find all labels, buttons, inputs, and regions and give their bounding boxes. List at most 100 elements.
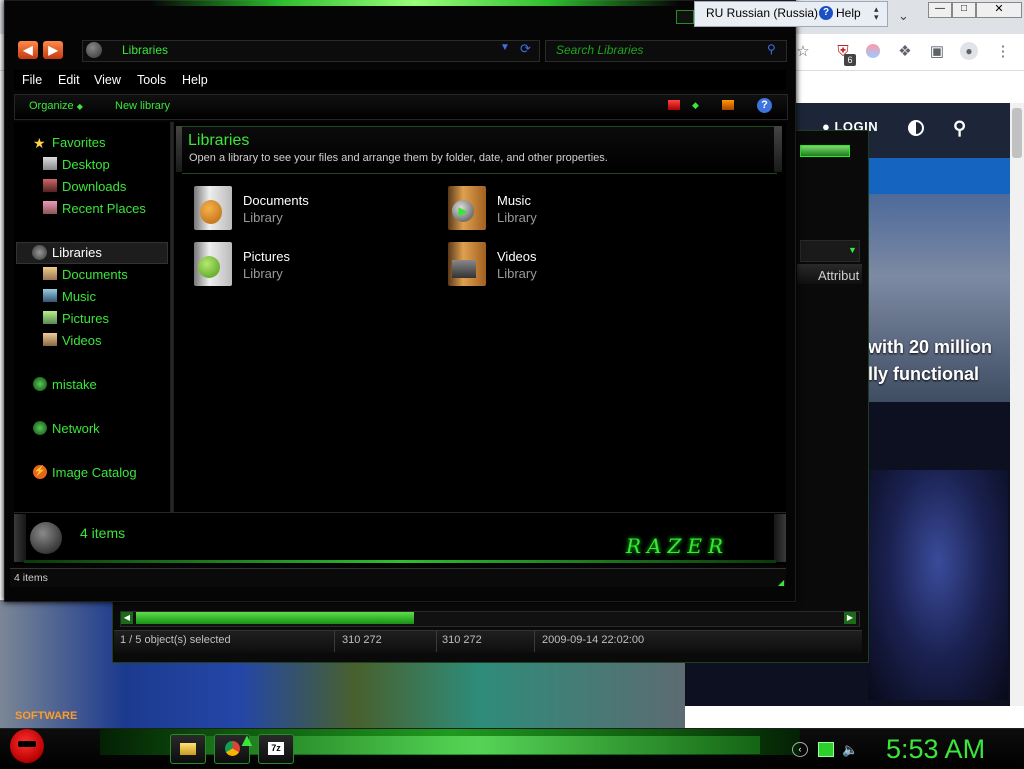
status-divider bbox=[334, 630, 335, 652]
organize-button[interactable]: Organize ◆ bbox=[29, 100, 83, 112]
sidebar-item-desktop[interactable]: Desktop bbox=[62, 157, 110, 172]
image-catalog-icon: ⚡ bbox=[33, 465, 47, 479]
taskbar-razer-icon[interactable]: ▲ bbox=[238, 730, 256, 751]
site-search-icon[interactable]: ⚲ bbox=[953, 118, 966, 139]
menu-bar bbox=[14, 70, 786, 90]
language-label[interactable]: RU Russian (Russia) bbox=[706, 6, 818, 20]
scroll-right-button[interactable]: ▶ bbox=[844, 612, 856, 624]
organize-label: Organize bbox=[29, 100, 74, 112]
chevron-down-icon[interactable]: ▼ bbox=[500, 42, 510, 53]
maximize-button[interactable]: □ bbox=[952, 2, 976, 18]
star-icon[interactable]: ☆ bbox=[794, 42, 812, 60]
library-type: Library bbox=[243, 266, 283, 281]
razer-logo: RAZER bbox=[626, 534, 730, 558]
sidebar-item-mistake[interactable]: mistake bbox=[52, 377, 97, 392]
status-bar bbox=[10, 568, 786, 587]
sidebar-item-favorites[interactable]: Favorites bbox=[52, 135, 105, 150]
language-help-label[interactable]: Help bbox=[836, 6, 861, 20]
library-name: Videos bbox=[497, 249, 537, 264]
menu-tools[interactable]: Tools bbox=[137, 73, 166, 87]
language-bar-options-icon[interactable]: ▴ ▾ bbox=[874, 5, 879, 22]
sidebar-item-pictures[interactable]: Pictures bbox=[62, 311, 109, 326]
menu-dots-icon[interactable]: ⋮ bbox=[994, 42, 1012, 60]
sidebar-item-recent-places[interactable]: Recent Places bbox=[62, 201, 146, 216]
homegroup-icon bbox=[33, 377, 47, 391]
column-attributes[interactable]: Attribut bbox=[818, 268, 859, 283]
new-library-button[interactable]: New library bbox=[115, 100, 170, 112]
article-image bbox=[868, 470, 1008, 700]
library-header bbox=[182, 126, 777, 174]
browser-scrollbar-thumb[interactable] bbox=[1012, 108, 1022, 158]
contrast-icon[interactable] bbox=[908, 120, 924, 136]
scroll-left-button[interactable]: ◀ bbox=[121, 612, 133, 624]
library-type: Library bbox=[497, 210, 537, 225]
help-icon[interactable]: ? bbox=[757, 98, 772, 113]
menu-help[interactable]: Help bbox=[182, 73, 208, 87]
help-icon[interactable]: ? bbox=[819, 6, 833, 20]
library-type: Library bbox=[243, 210, 283, 225]
library-name: Music bbox=[497, 193, 531, 208]
search-placeholder[interactable]: Search Libraries bbox=[556, 43, 643, 57]
network-tray-icon[interactable] bbox=[818, 742, 834, 757]
blur-icon[interactable] bbox=[864, 42, 882, 60]
pictures-icon bbox=[43, 311, 57, 324]
status-item-count: 4 items bbox=[14, 572, 48, 584]
wallpaper-white-area bbox=[685, 706, 1024, 728]
status-selection: 1 / 5 object(s) selected bbox=[120, 634, 231, 646]
page-subtitle: Open a library to see your files and arr… bbox=[189, 152, 608, 164]
status-divider bbox=[534, 630, 535, 652]
angry-bird-icon bbox=[18, 741, 36, 747]
view-chevron-icon[interactable]: ◆ bbox=[692, 100, 704, 110]
music-folder-icon: ▶ bbox=[448, 186, 486, 230]
status-modified: 2009-09-14 22:02:00 bbox=[542, 634, 645, 646]
start-button[interactable] bbox=[10, 729, 44, 763]
page-title: Libraries bbox=[188, 132, 250, 149]
sidebar-item-image-catalog[interactable]: Image Catalog bbox=[52, 465, 137, 480]
videos-icon bbox=[43, 333, 57, 346]
menu-file[interactable]: File bbox=[22, 73, 42, 87]
sidebar-item-network[interactable]: Network bbox=[52, 421, 100, 436]
sidebar-item-downloads[interactable]: Downloads bbox=[62, 179, 126, 194]
view-options-icon[interactable] bbox=[668, 100, 680, 110]
videos-folder-icon bbox=[448, 242, 486, 286]
browser-scrollbar[interactable] bbox=[1010, 103, 1024, 706]
sidebar-item-videos[interactable]: Videos bbox=[62, 333, 102, 348]
status-size: 310 272 bbox=[342, 634, 382, 646]
sidebar-item-documents[interactable]: Documents bbox=[62, 267, 128, 282]
search-icon[interactable]: ⚲ bbox=[767, 42, 776, 56]
status-packed: 310 272 bbox=[442, 634, 482, 646]
address-text[interactable]: Libraries bbox=[122, 43, 168, 57]
resize-grip-icon[interactable]: ◢ bbox=[778, 578, 784, 587]
puzzle-icon[interactable]: ❖ bbox=[896, 42, 914, 60]
sidebar-item-libraries[interactable]: Libraries bbox=[52, 245, 102, 260]
hero-headline[interactable]: with 20 million lly functional bbox=[868, 334, 992, 388]
network-icon bbox=[33, 421, 47, 435]
documents-folder-icon bbox=[194, 186, 232, 230]
recent-places-icon bbox=[43, 201, 57, 214]
pictures-folder-icon bbox=[194, 242, 232, 286]
window-control-button[interactable] bbox=[676, 10, 694, 24]
details-left-cap bbox=[14, 514, 26, 562]
refresh-icon[interactable]: ⟳ bbox=[520, 41, 531, 57]
sidebar-item-music[interactable]: Music bbox=[62, 289, 96, 304]
taskbar-clock[interactable]: 5:53 AM bbox=[886, 734, 985, 765]
library-type: Library bbox=[497, 266, 537, 281]
back-button[interactable]: ◀ bbox=[18, 41, 38, 59]
chevron-down-icon[interactable]: ⌄ bbox=[898, 8, 909, 24]
status-divider bbox=[436, 630, 437, 652]
software-label: SOFTWARE bbox=[15, 710, 78, 722]
menu-view[interactable]: View bbox=[94, 73, 121, 87]
profile-icon[interactable]: ● bbox=[960, 42, 978, 60]
volume-icon[interactable]: 🔈 bbox=[842, 742, 858, 757]
preview-pane-icon[interactable] bbox=[722, 100, 734, 110]
minimize-button[interactable]: — bbox=[928, 2, 952, 18]
sevenzip-hscrollbar-thumb[interactable] bbox=[136, 612, 414, 624]
sidebar-icon[interactable]: ▣ bbox=[928, 42, 946, 60]
close-button[interactable]: ✕ bbox=[976, 2, 1022, 18]
menu-edit[interactable]: Edit bbox=[58, 73, 80, 87]
show-hidden-icons-icon[interactable]: ‹ bbox=[792, 742, 808, 757]
forward-button[interactable]: ▶ bbox=[43, 41, 63, 59]
taskbar-explorer-button[interactable] bbox=[170, 734, 206, 764]
chevron-down-icon[interactable]: ▼ bbox=[848, 245, 857, 255]
taskbar-7zip-button[interactable]: 7z bbox=[258, 734, 294, 764]
